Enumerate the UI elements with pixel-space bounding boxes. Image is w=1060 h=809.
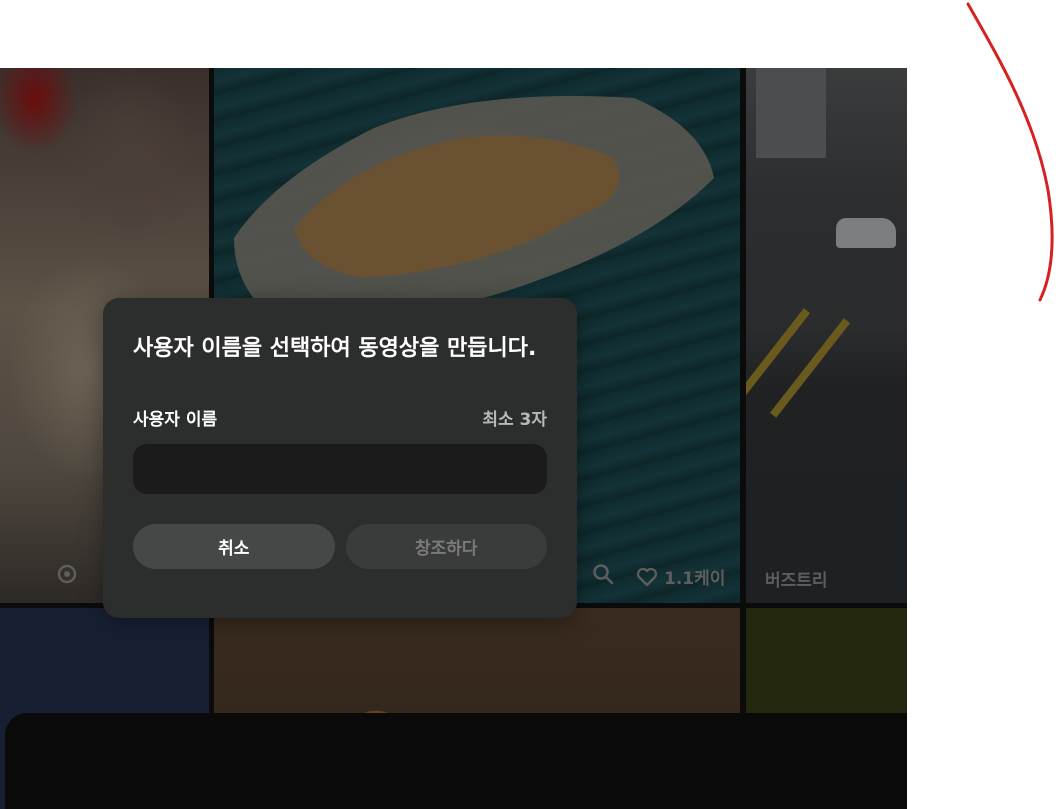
car-shape [836, 218, 896, 248]
create-button[interactable]: 창조하다 [345, 524, 547, 569]
remix-icon[interactable] [56, 563, 78, 585]
username-label: 사용자 이름 [133, 410, 218, 430]
create-username-dialog: 사용자 이름을 선택하여 동영상을 만듭니다. 사용자 이름 최소 3자 취소 … [103, 298, 577, 618]
cancel-button[interactable]: 취소 [133, 524, 335, 569]
road-line [769, 318, 851, 418]
heart-icon [636, 567, 658, 586]
like-count[interactable]: 1.1케이 [636, 564, 725, 589]
road-line [746, 308, 811, 408]
dialog-title: 사용자 이름을 선택하여 동영상을 만듭니다. [133, 336, 537, 361]
search-icon[interactable] [592, 563, 614, 585]
building-shape [756, 68, 826, 158]
video-tile-street[interactable] [746, 68, 907, 603]
username-field-header: 사용자 이름 최소 3자 [133, 405, 547, 430]
bottom-bar [5, 713, 907, 809]
author-name[interactable]: 버즈트리 [765, 566, 828, 591]
username-input[interactable] [133, 444, 547, 494]
dialog-actions: 취소 창조하다 [133, 524, 547, 569]
username-min-length-hint: 최소 3자 [482, 410, 547, 430]
like-count-label: 1.1케이 [664, 569, 726, 589]
red-annotation-stroke [966, 2, 1054, 302]
